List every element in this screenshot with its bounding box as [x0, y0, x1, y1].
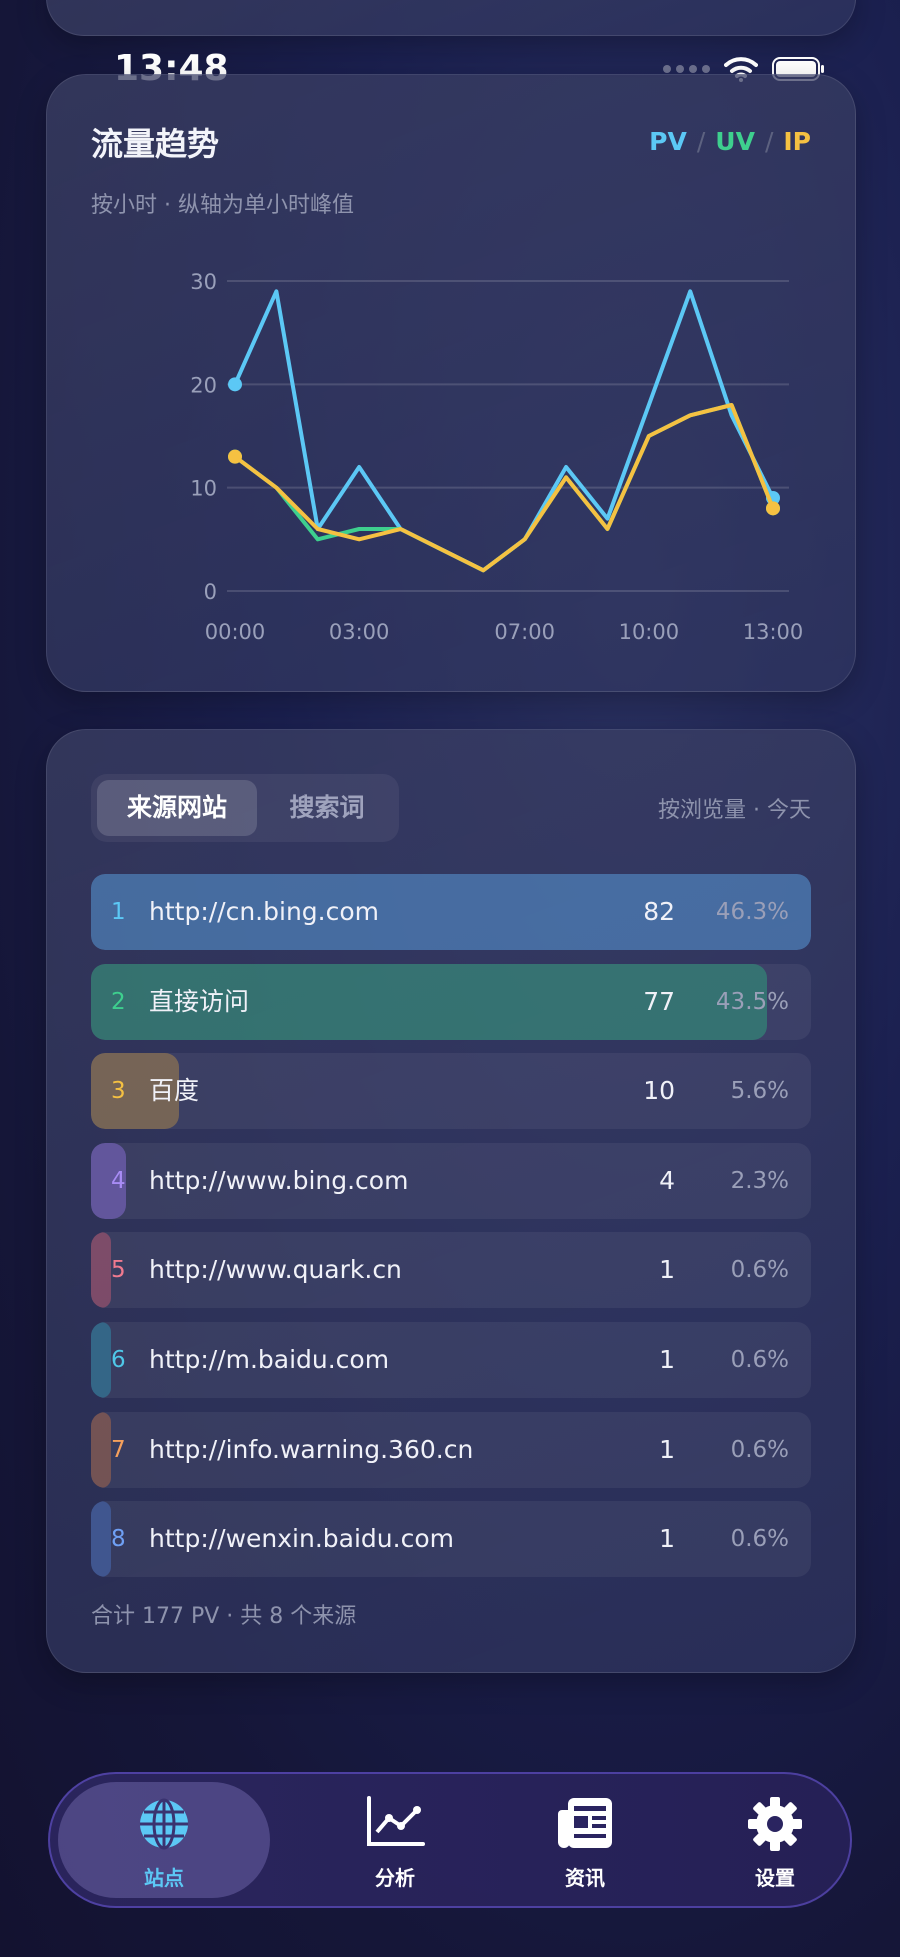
source-percent: 0.6%: [730, 1436, 789, 1463]
referrer-card: 来源网站 搜索词 按浏览量 · 今天 1 http://cn.bing.com 82…: [46, 729, 856, 1673]
tabbar-label-news: 资讯: [565, 1866, 605, 1890]
source-count: 77: [643, 986, 675, 1016]
source-row[interactable]: 2 直接访问 77 43.5%: [91, 963, 811, 1040]
source-name: http://wenxin.baidu.com: [149, 1524, 454, 1554]
previous-card: [46, 0, 856, 36]
source-rank: 8: [111, 1526, 126, 1553]
source-percent: 5.6%: [730, 1078, 789, 1105]
source-name: http://m.baidu.com: [149, 1345, 390, 1374]
source-rank: 6: [111, 1347, 126, 1373]
newspaper-icon: [558, 1798, 612, 1848]
source-name: 百度: [149, 1076, 200, 1106]
source-footnote: 合计 177 PV · 共 8 个来源: [91, 1604, 357, 1629]
globe-icon: [140, 1798, 188, 1850]
source-count: 1: [659, 1524, 675, 1554]
series-end-point: [766, 501, 780, 516]
tab-source-sites[interactable]: 来源网站: [97, 780, 257, 836]
x-tick-label: 03:00: [329, 620, 390, 644]
source-row[interactable]: 7 http://info.warning.360.cn 1 0.6%: [91, 1411, 811, 1488]
tabbar-label-analysis: 分析: [375, 1866, 415, 1890]
gear-icon: [748, 1797, 802, 1851]
share-bar: [91, 1411, 111, 1488]
source-rank: 5: [111, 1257, 126, 1284]
tabbar-label-sites: 站点: [144, 1866, 184, 1890]
traffic-trend-card: 流量趋势 PV / UV / IP 按小时 · 纵轴为单小时峰值 0 10 20 30…: [46, 74, 856, 692]
share-bar: [91, 1232, 111, 1309]
bottom-tab-bar: 站点 分析 资讯 设置: [48, 1772, 852, 1908]
x-tick-label: 07:00: [494, 620, 555, 644]
source-percent: 2.3%: [730, 1167, 789, 1194]
source-name: http://cn.bing.com: [149, 897, 379, 926]
source-tab-group: 来源网站 搜索词: [91, 774, 399, 842]
source-rank: 2: [111, 988, 126, 1015]
tabbar-item-news[interactable]: 资讯: [490, 1774, 680, 1906]
source-rank: 4: [111, 1167, 126, 1194]
y-tick-label: 0: [204, 580, 217, 604]
source-count: 1: [659, 1255, 675, 1285]
share-bar: [91, 1322, 111, 1398]
signal-dots-icon: [663, 65, 710, 73]
source-count: 10: [643, 1076, 675, 1106]
series-start-point: [228, 449, 242, 464]
source-row[interactable]: 1 http://cn.bing.com 82 46.3%: [91, 874, 811, 950]
tabbar-item-analysis[interactable]: 分析: [300, 1774, 490, 1906]
series-start-point: [228, 377, 242, 392]
source-row[interactable]: 8 http://wenxin.baidu.com 1 0.6%: [91, 1501, 811, 1578]
tabbar-item-settings[interactable]: 设置: [680, 1774, 870, 1906]
source-rank: 7: [111, 1436, 126, 1463]
x-tick-label: 13:00: [743, 620, 804, 644]
tabbar-item-sites[interactable]: 站点: [58, 1782, 270, 1898]
traffic-line-chart: 0 10 20 30 00:00 03:00 07:00 10:00 13:00: [190, 270, 804, 644]
source-count: 1: [659, 1345, 675, 1374]
share-bar: [91, 1501, 111, 1578]
source-percent: 0.6%: [730, 1347, 789, 1373]
x-tick-label: 00:00: [205, 620, 266, 644]
source-rank: 3: [111, 1078, 126, 1105]
source-count: 4: [659, 1165, 675, 1195]
y-tick-label: 20: [190, 373, 217, 397]
source-row[interactable]: 3 百度 10 5.6%: [91, 1053, 811, 1130]
line-chart-icon: [367, 1796, 425, 1846]
source-name: 直接访问: [149, 986, 250, 1016]
sort-note: 按浏览量 · 今天: [658, 798, 811, 823]
source-count: 82: [643, 897, 675, 926]
tabbar-label-settings: 设置: [755, 1866, 795, 1890]
source-percent: 43.5%: [715, 988, 789, 1015]
source-row[interactable]: 4 http://www.bing.com 4 2.3%: [91, 1142, 811, 1219]
source-row[interactable]: 6 http://m.baidu.com 1 0.6%: [91, 1322, 811, 1398]
source-name: http://www.quark.cn: [149, 1255, 402, 1285]
source-percent: 0.6%: [730, 1526, 789, 1553]
source-percent: 46.3%: [715, 899, 789, 925]
y-tick-label: 30: [190, 270, 217, 294]
tab-search-terms[interactable]: 搜索词: [261, 780, 393, 836]
source-name: http://info.warning.360.cn: [149, 1434, 474, 1464]
x-tick-label: 10:00: [619, 620, 680, 644]
source-count: 1: [659, 1434, 675, 1464]
source-name: http://www.bing.com: [149, 1165, 409, 1195]
source-percent: 0.6%: [730, 1257, 789, 1284]
y-tick-label: 10: [190, 477, 217, 501]
source-row[interactable]: 5 http://www.quark.cn 1 0.6%: [91, 1232, 811, 1309]
source-rank: 1: [111, 899, 126, 925]
